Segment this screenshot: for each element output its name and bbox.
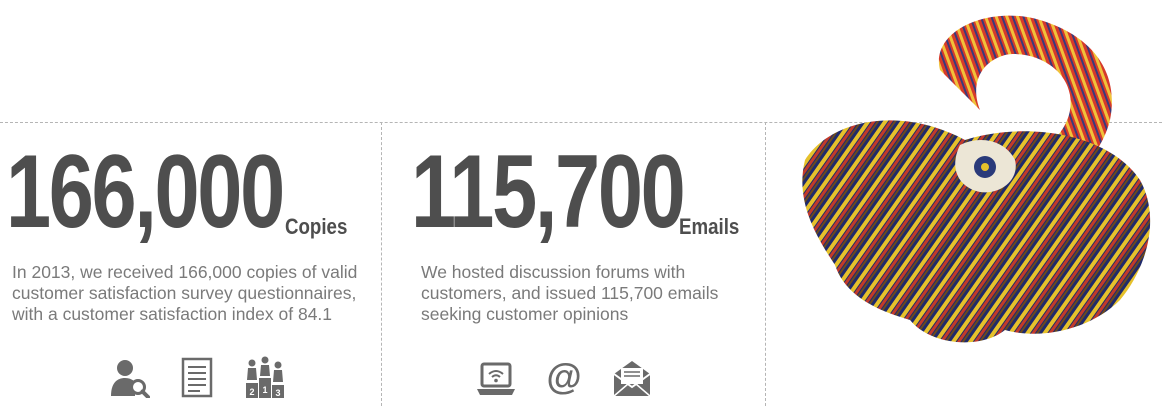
stat-number: 166,000 [6,134,285,250]
document-icon [181,357,213,398]
laptop-wifi-icon [477,362,515,395]
stat-unit: Emails [679,214,740,239]
podium-icon: 2 1 3 [246,356,284,398]
icon-row-2: @ [475,356,653,398]
at-sign-icon: @ [546,356,581,397]
customer-search-icon [111,360,150,398]
podium-label-3: 3 [275,388,280,398]
podium-label-1: 1 [262,385,267,395]
icon-row-1: 2 1 3 [108,356,286,398]
at-symbol: @ [546,356,581,397]
stat-copies: 166,000 Copies [6,140,376,244]
stat-number: 115,700 [411,134,686,250]
vertical-divider-2 [765,122,766,406]
stat-unit: Copies [285,214,348,239]
vertical-divider-1 [381,122,382,406]
stat-description: We hosted discussion forums with custome… [421,262,719,324]
stat-description: In 2013, we received 166,000 copies of v… [12,262,358,324]
scarf-image [802,15,1151,343]
envelope-icon [613,361,651,397]
podium-label-2: 2 [249,387,254,397]
stat-emails: 115,700 Emails [411,140,761,244]
